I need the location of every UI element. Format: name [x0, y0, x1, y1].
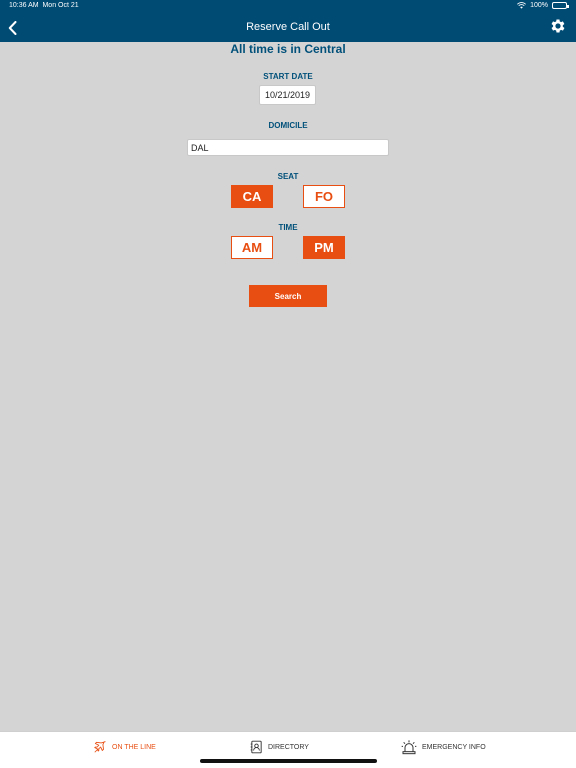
domicile-label: DOMICILE [268, 121, 308, 130]
status-date: Mon Oct 21 [42, 2, 79, 9]
status-clock: 10:36 AM [9, 2, 39, 9]
page-title: Reserve Call Out [246, 21, 330, 33]
domicile-field[interactable]: DAL [187, 139, 389, 156]
tab-label: DIRECTORY [268, 743, 309, 751]
search-button[interactable]: Search [249, 285, 327, 307]
tab-directory[interactable]: DIRECTORY [250, 738, 309, 756]
alarm-light-icon [401, 740, 417, 755]
seat-ca-button[interactable]: CA [231, 185, 273, 208]
time-am-button[interactable]: AM [231, 236, 273, 259]
airplane-icon [94, 741, 106, 753]
time-label: TIME [278, 223, 298, 232]
status-time: 10:36 AM Mon Oct 21 [9, 2, 79, 9]
gear-icon [551, 19, 565, 33]
status-indicators: 100% [517, 2, 569, 9]
time-pm-button[interactable]: PM [303, 236, 345, 259]
start-date-label: START DATE [263, 72, 313, 81]
start-date-field[interactable]: 10/21/2019 [259, 85, 316, 105]
contact-book-icon [250, 740, 262, 754]
home-indicator [200, 759, 377, 763]
tab-label: ON THE LINE [112, 743, 156, 751]
tab-label: EMERGENCY INFO [422, 743, 486, 751]
seat-fo-button[interactable]: FO [303, 185, 345, 208]
battery-icon [552, 2, 569, 9]
navigation-bar: 10:36 AM Mon Oct 21 100% Reserve Call Ou… [0, 0, 576, 42]
timezone-notice: All time is in Central [230, 42, 346, 56]
tab-on-the-line[interactable]: ON THE LINE [93, 738, 156, 756]
battery-percent: 100% [530, 2, 548, 9]
wifi-icon [517, 2, 527, 9]
settings-button[interactable] [549, 17, 567, 35]
seat-label: SEAT [277, 172, 299, 181]
tab-emergency-info[interactable]: EMERGENCY INFO [401, 738, 486, 756]
